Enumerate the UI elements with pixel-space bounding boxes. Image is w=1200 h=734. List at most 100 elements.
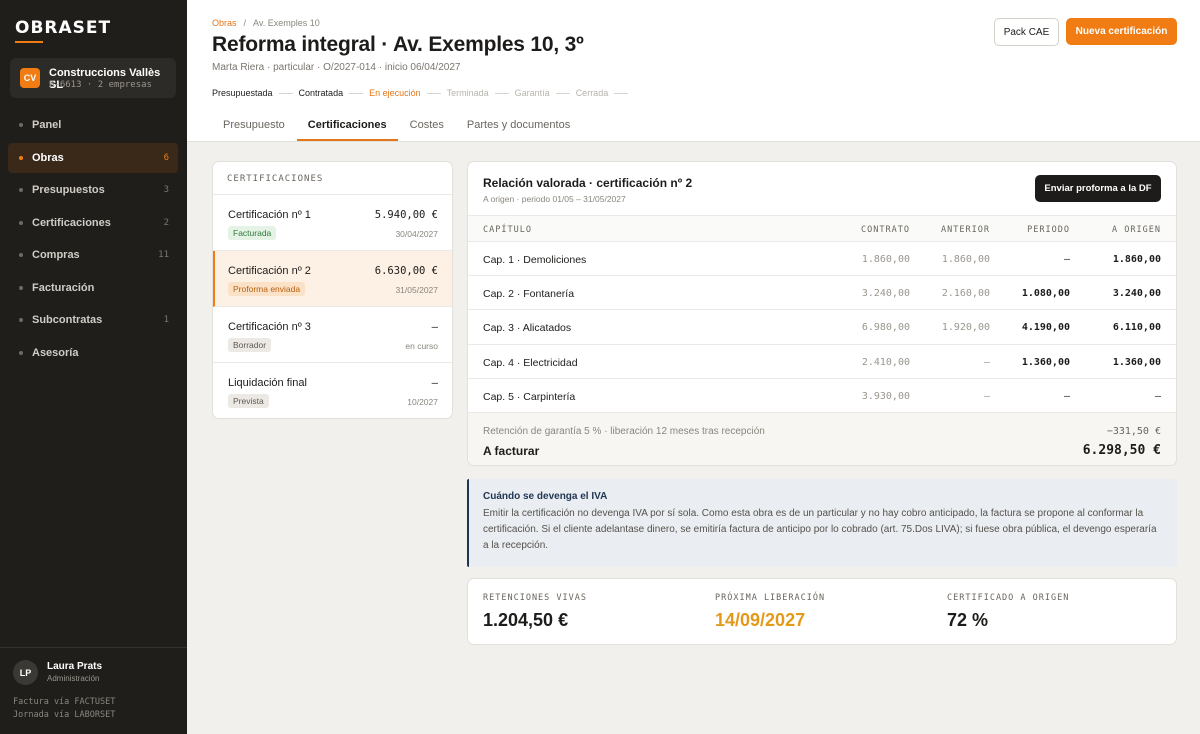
sidebar-item-label: Facturación xyxy=(32,281,95,294)
cell-anterior: — xyxy=(983,356,990,368)
avatar[interactable]: LP xyxy=(13,660,38,685)
sidebar-item-compras[interactable]: Compras 11 xyxy=(8,240,178,270)
valuation-table: CAPÍTULO CONTRATO ANTERIOR PERIODO A ORI… xyxy=(468,215,1176,412)
note-body: Emitir la certificación no devenga IVA p… xyxy=(483,508,1157,551)
sidebar-item-label: Obras xyxy=(32,151,64,164)
column-header-capitulo: CAPÍTULO xyxy=(483,225,532,235)
stage-garantia: Garantía xyxy=(514,88,550,98)
stat-value: 14/09/2027 xyxy=(715,610,806,630)
sidebar-item-count: 3 xyxy=(163,185,169,195)
tab-partes-documentos[interactable]: Partes y documentos xyxy=(456,112,581,141)
cell-contrato: 3.240,00 xyxy=(861,288,910,300)
cert-amount: — xyxy=(431,377,438,389)
valued-relation-panel: Relación valorada · certificación nº 2 A… xyxy=(467,161,1177,466)
cert-name: Liquidación final xyxy=(228,377,307,389)
stage-connector xyxy=(278,92,293,94)
send-proforma-button[interactable]: Enviar proforma a la DF xyxy=(1035,175,1161,202)
sidebar-item-count: 6 xyxy=(163,152,169,163)
stat-certificado-origen: CERTIFICADO A ORIGEN 72 % xyxy=(947,593,1069,631)
dot-icon xyxy=(19,123,23,127)
cell-periodo: — xyxy=(1063,254,1070,265)
table-row[interactable]: Cap. 3 · Alicatados 6.980,00 1.920,00 4.… xyxy=(468,309,1176,343)
stat-value: 72 % xyxy=(947,610,989,630)
cell-periodo: 1.360,00 xyxy=(1021,356,1070,368)
company-switcher[interactable]: CV Construccions Vallès SL B-6613 · 2 em… xyxy=(10,58,176,98)
cert-date: en curso xyxy=(405,341,438,351)
sidebar: OBRASET CV Construccions Vallès SL B-661… xyxy=(0,0,187,734)
pack-cae-button[interactable]: Pack CAE xyxy=(994,18,1059,46)
dot-icon xyxy=(19,285,23,290)
stat-retenciones: RETENCIONES VIVAS 1.204,50 € xyxy=(483,593,587,631)
stage-connector xyxy=(426,92,441,94)
sidebar-item-presupuestos[interactable]: Presupuestos 3 xyxy=(8,175,178,205)
dot-icon xyxy=(19,350,23,355)
cell-origen: 6.110,00 xyxy=(1112,322,1161,334)
sidebar-item-label: Certificaciones xyxy=(32,216,111,229)
list-item[interactable]: Certificación nº 1 5.940,00 € Facturada … xyxy=(213,195,452,251)
table-row[interactable]: Cap. 1 · Demoliciones 1.860,00 1.860,00 … xyxy=(468,241,1176,275)
stage-connector xyxy=(555,92,570,94)
tab-presupuesto[interactable]: Presupuesto xyxy=(212,112,296,141)
breadcrumb-link-obras[interactable]: Obras xyxy=(212,18,237,28)
stage-connector xyxy=(494,92,509,94)
tab-certificaciones[interactable]: Certificaciones xyxy=(296,112,398,141)
footer-factura: Factura vía FACTUSET xyxy=(13,697,116,707)
sidebar-item-subcontratas[interactable]: Subcontratas 1 xyxy=(8,305,178,335)
cell-contrato: 3.930,00 xyxy=(861,390,910,402)
sidebar-item-facturacion[interactable]: Facturación xyxy=(8,273,178,303)
column-header-periodo: PERIODO xyxy=(1027,225,1070,235)
summary-stats: RETENCIONES VIVAS 1.204,50 € PRÓXIMA LIB… xyxy=(467,578,1177,645)
cell-capitulo: Cap. 3 · Alicatados xyxy=(483,322,572,335)
user-role: Administración xyxy=(47,674,100,683)
status-badge: Facturada xyxy=(228,226,277,240)
cert-amount: 6.630,00 € xyxy=(374,265,438,277)
table-row[interactable]: Cap. 5 · Carpintería 3.930,00 — — — xyxy=(468,377,1176,412)
sidebar-item-certificaciones[interactable]: Certificaciones 2 xyxy=(8,208,178,238)
vat-info-note: Cuándo se devenga el IVA Emitir la certi… xyxy=(467,479,1177,567)
table-row[interactable]: Cap. 2 · Fontanería 3.240,00 2.160,00 1.… xyxy=(468,275,1176,309)
stage-presupuestada: Presupuestada xyxy=(212,88,273,98)
cert-date: 30/04/2027 xyxy=(395,229,438,239)
user-name: Laura Prats xyxy=(47,661,103,672)
app-logo[interactable]: OBRASET xyxy=(15,18,111,38)
stage-connector xyxy=(349,92,364,94)
list-item[interactable]: Certificación nº 3 — Borrador en curso xyxy=(213,307,452,363)
stage-terminada: Terminada xyxy=(446,88,489,98)
panel-title: Relación valorada · certificación nº 2 xyxy=(483,176,693,190)
sidebar-item-asesoria[interactable]: Asesoría xyxy=(8,338,178,368)
cell-origen: 1.860,00 xyxy=(1112,254,1161,265)
sidebar-item-obras[interactable]: Obras 6 xyxy=(8,142,178,173)
stage-connector xyxy=(614,92,629,94)
note-title: Cuándo se devenga el IVA xyxy=(483,491,608,502)
cell-anterior: — xyxy=(983,390,990,402)
invoice-total-label: A facturar xyxy=(483,444,540,458)
dot-icon xyxy=(19,253,23,257)
company-sub: B-6613 · 2 empresas xyxy=(49,80,152,90)
column-header-contrato: CONTRATO xyxy=(861,225,910,235)
cell-capitulo: Cap. 1 · Demoliciones xyxy=(483,254,587,266)
cell-periodo: 1.080,00 xyxy=(1021,288,1070,300)
stage-progress: Presupuestada Contratada En ejecución Te… xyxy=(212,88,634,98)
certification-list: CERTIFICACIONES Certificación nº 1 5.940… xyxy=(212,161,453,419)
cell-capitulo: Cap. 4 · Electricidad xyxy=(483,356,578,369)
totals-footer: Retención de garantía 5 % · liberación 1… xyxy=(468,412,1176,465)
list-item[interactable]: Liquidación final — Prevista 10/2027 xyxy=(213,363,452,418)
table-header: CAPÍTULO CONTRATO ANTERIOR PERIODO A ORI… xyxy=(468,215,1176,241)
sidebar-item-label: Subcontratas xyxy=(32,314,103,326)
cell-capitulo: Cap. 5 · Carpintería xyxy=(483,390,576,403)
column-header-anterior: ANTERIOR xyxy=(941,225,990,235)
sidebar-item-panel[interactable]: Panel xyxy=(8,110,178,140)
list-item[interactable]: Certificación nº 2 6.630,00 € Proforma e… xyxy=(213,251,452,307)
column-header-origen: A ORIGEN xyxy=(1112,225,1161,235)
cell-contrato: 6.980,00 xyxy=(861,322,910,334)
tab-bar: Presupuesto Certificaciones Costes Parte… xyxy=(212,112,582,141)
sidebar-item-label: Compras xyxy=(32,249,80,261)
cert-name: Certificación nº 3 xyxy=(228,321,311,333)
cert-name: Certificación nº 1 xyxy=(228,209,311,221)
cell-contrato: 1.860,00 xyxy=(861,254,910,265)
table-row[interactable]: Cap. 4 · Electricidad 2.410,00 — 1.360,0… xyxy=(468,343,1176,378)
tab-costes[interactable]: Costes xyxy=(399,112,455,141)
cell-origen: 3.240,00 xyxy=(1112,288,1161,300)
new-certification-button[interactable]: Nueva certificación xyxy=(1066,18,1177,45)
stage-en-ejecucion: En ejecución xyxy=(369,88,421,98)
